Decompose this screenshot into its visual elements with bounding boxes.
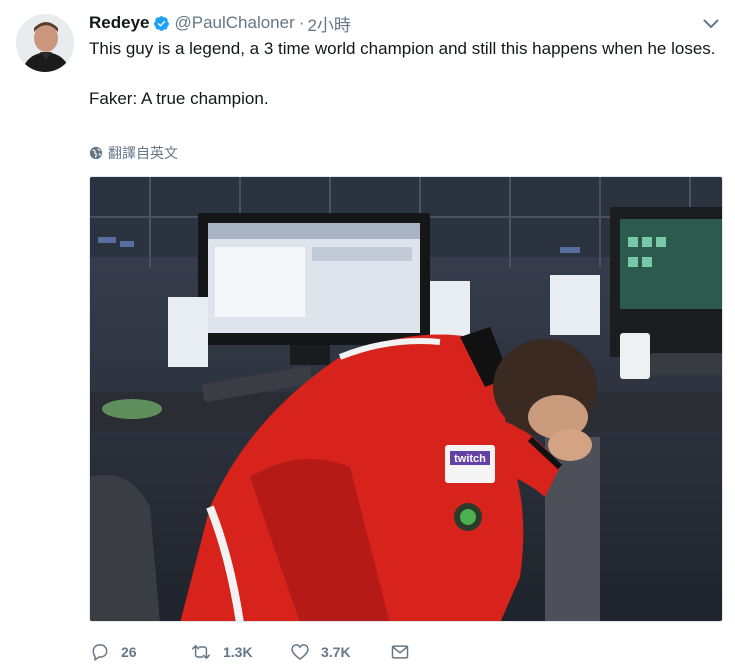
translate-label: 翻譯自英文 [108, 145, 178, 161]
header-separator: · [298, 13, 305, 32]
verified-badge-icon [153, 15, 170, 32]
tweet-menu-button[interactable] [700, 14, 722, 34]
like-button[interactable]: 3.7K [289, 642, 389, 662]
photo-illustration: twitch [90, 177, 722, 621]
author-avatar[interactable] [16, 14, 74, 72]
reply-count: 26 [121, 644, 137, 660]
direct-message-icon [391, 645, 409, 659]
direct-message-button[interactable] [389, 642, 411, 662]
reply-icon [92, 644, 108, 661]
retweet-icon [191, 645, 211, 659]
jersey-patch-text: twitch [454, 453, 486, 465]
tweet-media-photo[interactable]: twitch [89, 176, 723, 622]
like-count: 3.7K [321, 644, 351, 660]
like-icon [291, 644, 309, 660]
author-name[interactable]: Redeye [89, 13, 149, 33]
retweet-count: 1.3K [223, 644, 253, 660]
translate-tweet-link[interactable]: 翻譯自英文 [89, 142, 178, 164]
reply-button[interactable]: 26 [89, 642, 189, 662]
tweet-header: Redeye @PaulChaloner · 2小時 [89, 11, 351, 35]
tweet-actions: 26 1.3K 3.7K [89, 638, 411, 666]
tweet-timestamp[interactable]: 2小時 [307, 11, 350, 36]
tweet-text-paragraph-1: This guy is a legend, a 3 time world cha… [89, 39, 716, 58]
tweet-text-paragraph-2: Faker: A true champion. [89, 89, 269, 108]
globe-icon [89, 146, 103, 160]
author-handle[interactable]: @PaulChaloner [174, 13, 294, 33]
retweet-button[interactable]: 1.3K [189, 642, 289, 662]
tweet-text: This guy is a legend, a 3 time world cha… [89, 36, 719, 111]
avatar-image [16, 14, 74, 72]
chevron-down-icon [703, 19, 719, 28]
